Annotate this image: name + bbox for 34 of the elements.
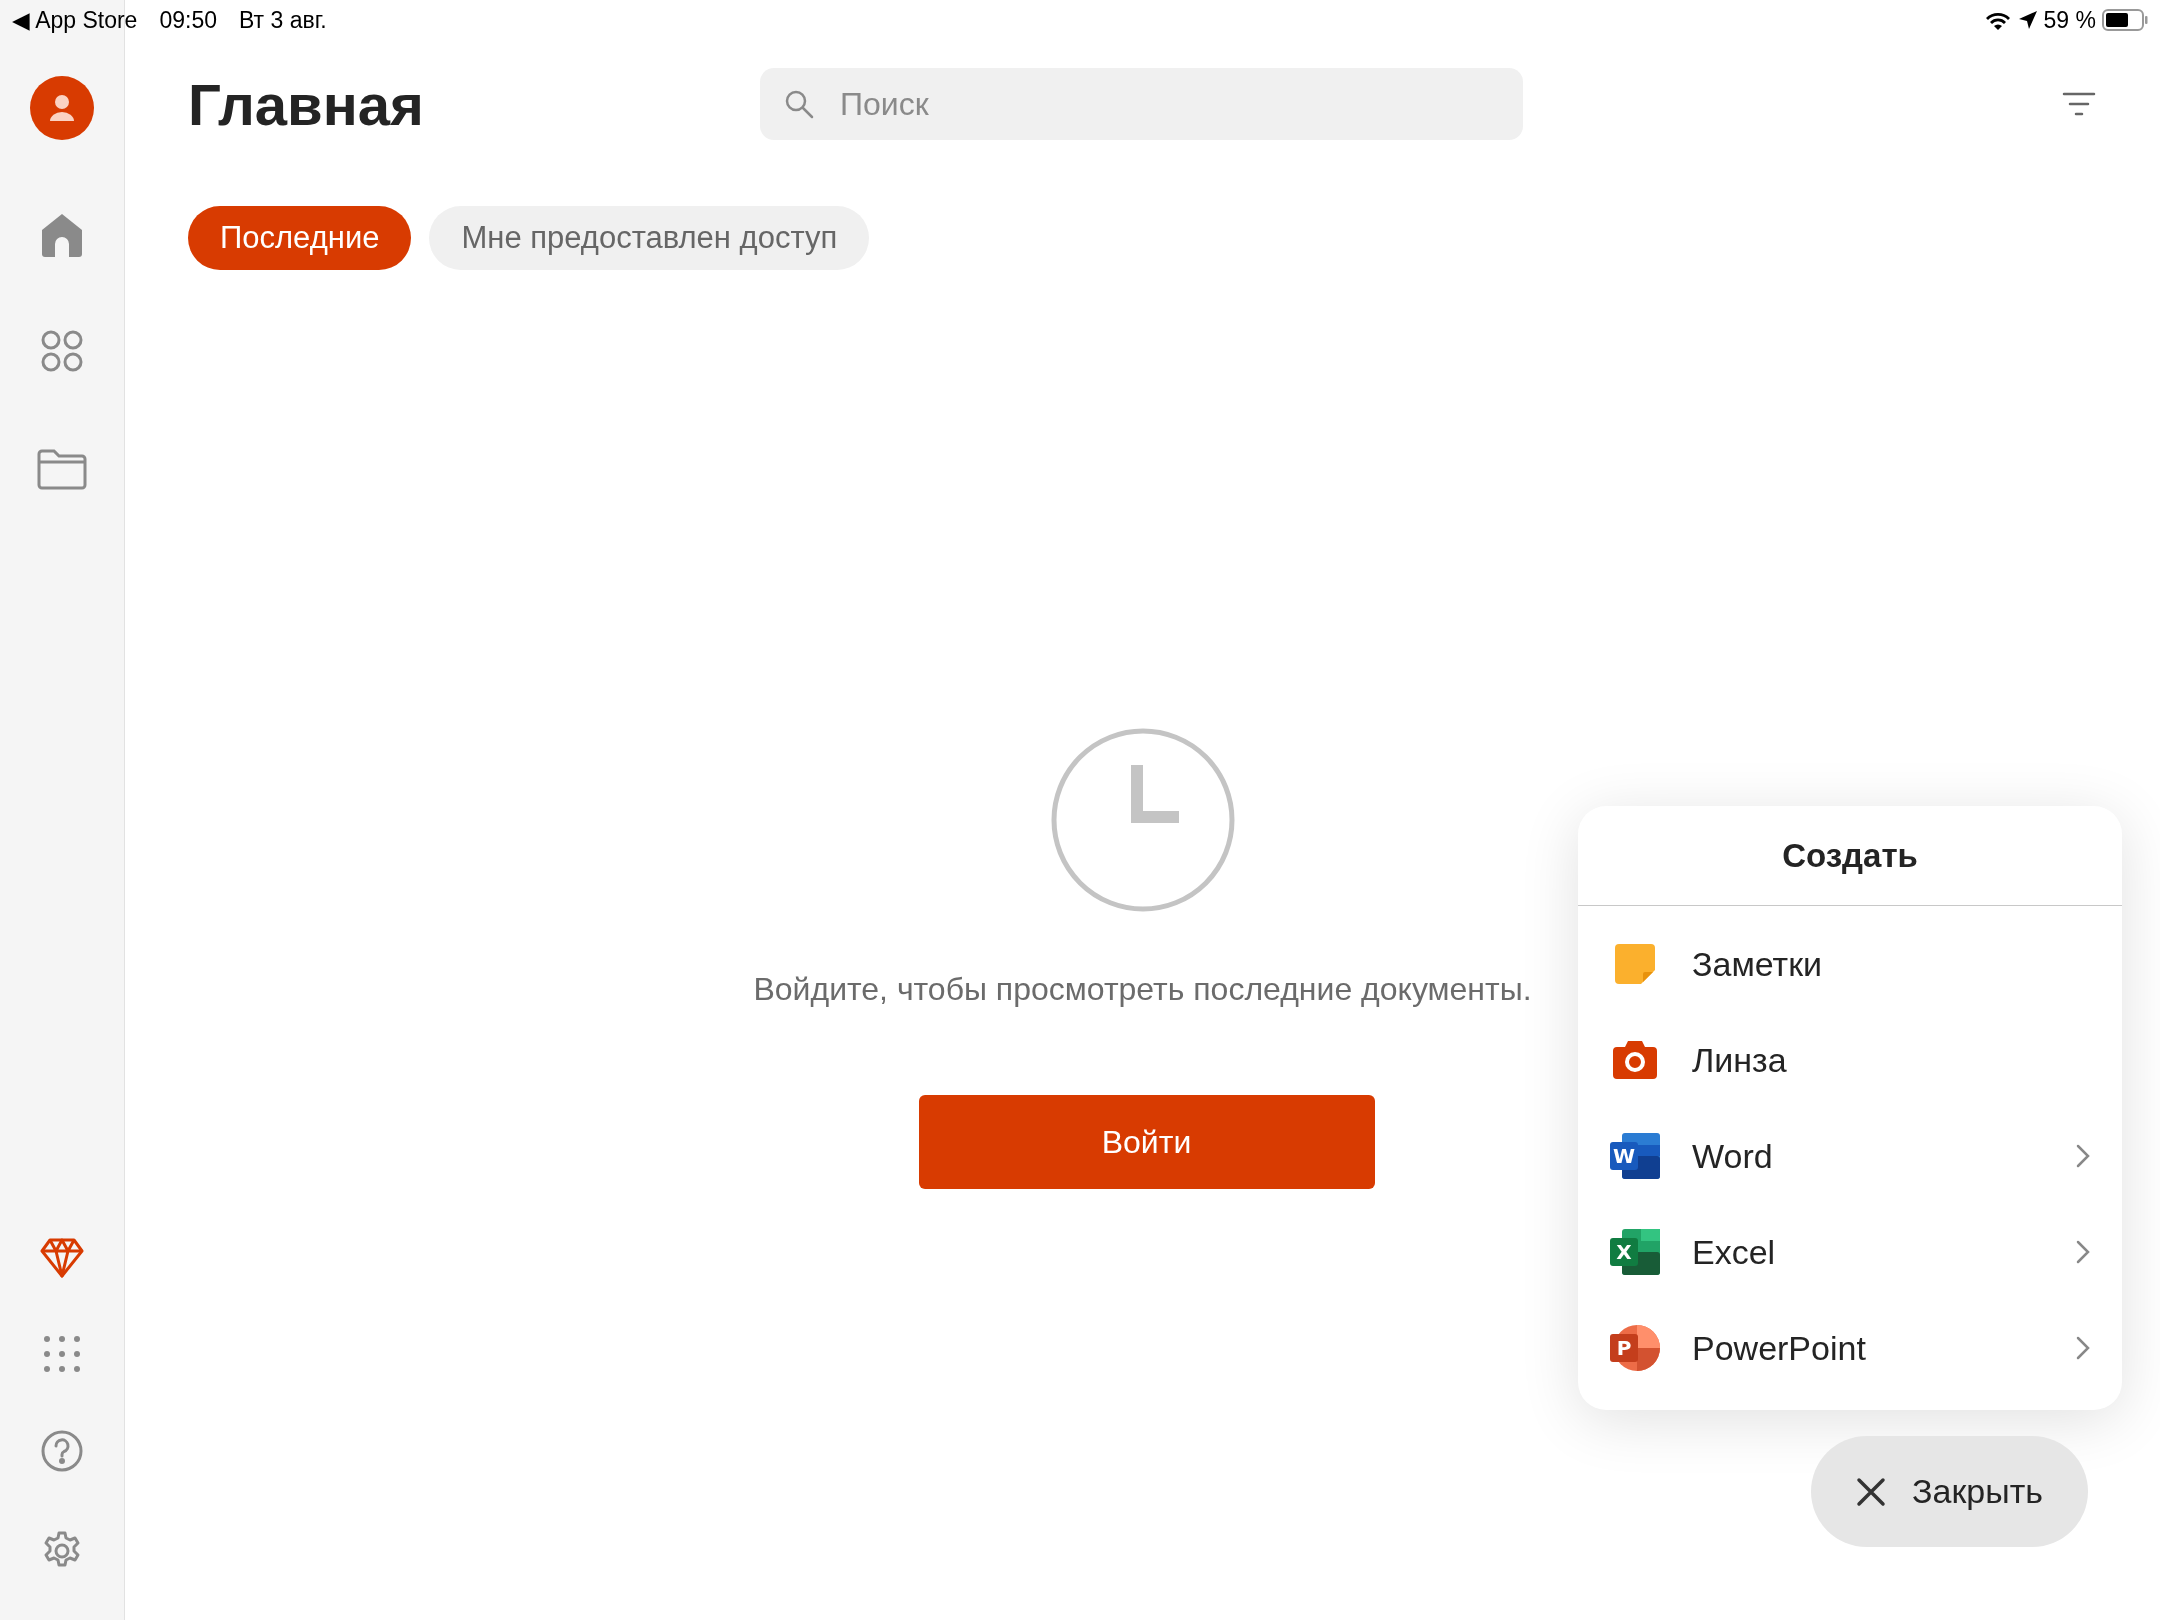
diamond-icon[interactable] xyxy=(40,1238,84,1278)
sticky-note-icon xyxy=(1613,942,1657,986)
status-time: 09:50 xyxy=(159,5,217,35)
filter-icon[interactable] xyxy=(2062,91,2096,117)
menu-item[interactable]: Заметки xyxy=(1578,916,2122,1012)
sign-in-message: Войдите, чтобы просмотреть последние документы. xyxy=(753,970,1532,1009)
home-icon[interactable] xyxy=(39,212,85,258)
battery-icon xyxy=(2102,9,2148,31)
menu-item[interactable]: P PowerPoint xyxy=(1578,1300,2122,1396)
sign-in-button[interactable]: Войти xyxy=(918,1095,1375,1189)
search-field[interactable]: Поиск xyxy=(760,68,1523,140)
filter-tab[interactable]: Последние xyxy=(188,206,412,270)
camera-icon xyxy=(1612,1039,1658,1081)
folder-icon[interactable] xyxy=(37,448,87,490)
filter-tab[interactable]: Мне предоставлен доступ xyxy=(429,206,870,270)
close-icon xyxy=(1856,1476,1886,1507)
help-icon[interactable] xyxy=(41,1430,83,1472)
menu-title: Создать xyxy=(1578,806,2122,906)
close-button[interactable]: Закрыть xyxy=(1811,1436,2088,1547)
dots-grid-icon[interactable] xyxy=(44,1336,80,1372)
menu-item[interactable]: X Excel xyxy=(1578,1204,2122,1300)
battery-percent: 59 % xyxy=(2043,5,2096,35)
menu-item[interactable]: Линза xyxy=(1578,1012,2122,1108)
status-date: Вт 3 авг. xyxy=(239,5,327,35)
apps-grid-icon[interactable] xyxy=(41,330,83,372)
chevron-right-icon xyxy=(2076,1336,2090,1360)
location-arrow-icon xyxy=(2017,10,2038,30)
chevron-right-icon xyxy=(2076,1240,2090,1264)
page-title: Главная xyxy=(188,70,425,139)
chevron-right-icon xyxy=(2076,1144,2090,1168)
menu-item[interactable]: W Word xyxy=(1578,1108,2122,1204)
back-to-app-link[interactable]: ◀ App Store xyxy=(12,2,138,38)
search-icon xyxy=(784,89,814,119)
clock-icon xyxy=(1049,727,1236,913)
